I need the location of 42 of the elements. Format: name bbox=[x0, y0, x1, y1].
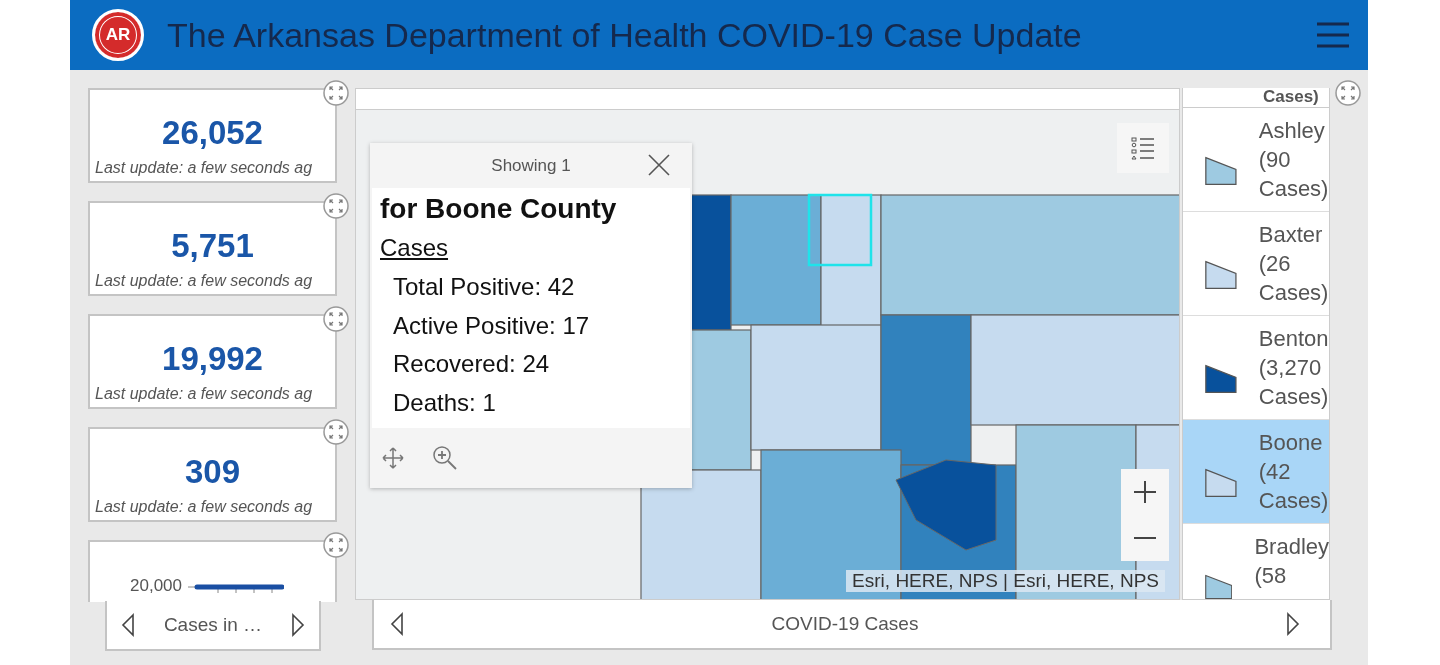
page-title: The Arkansas Department of Health COVID-19 Case Update bbox=[167, 15, 1083, 55]
expand-icon[interactable] bbox=[323, 306, 349, 332]
previous-icon[interactable] bbox=[390, 612, 404, 636]
expand-icon[interactable] bbox=[1335, 80, 1361, 106]
legend-item[interactable]: Ashley (90 Cases) bbox=[1183, 108, 1329, 212]
update-note: Last update: a few seconds ag bbox=[95, 498, 313, 516]
legend-label: Cases) bbox=[1183, 88, 1329, 108]
list-icon bbox=[1131, 136, 1155, 160]
menu-icon[interactable] bbox=[1316, 21, 1350, 49]
popup-field: Deaths: 1 bbox=[393, 383, 682, 422]
zoom-in-icon[interactable] bbox=[432, 445, 458, 471]
popup-field: Total Positive: 42 bbox=[393, 268, 682, 307]
popup-title: for Boone County bbox=[380, 192, 618, 226]
expand-icon[interactable] bbox=[323, 80, 349, 106]
close-icon[interactable] bbox=[648, 154, 670, 176]
legend-item[interactable]: Baxter (26 Cases) bbox=[1183, 212, 1329, 316]
previous-icon[interactable] bbox=[121, 613, 135, 637]
footer-label: COVID-19 Cases bbox=[771, 613, 919, 635]
section-heading: Cases bbox=[380, 233, 449, 263]
indicator-value: 5,751 bbox=[171, 226, 254, 266]
expand-icon[interactable] bbox=[323, 193, 349, 219]
legend-item[interactable]: Boone (42 Cases) bbox=[1183, 420, 1329, 524]
chart-nav-label: Cases in … bbox=[163, 614, 263, 636]
expand-icon[interactable] bbox=[323, 532, 349, 558]
popup-field: Recovered: 24 bbox=[393, 345, 682, 384]
update-note: Last update: a few seconds ag bbox=[95, 159, 313, 177]
update-note: Last update: a few seconds ag bbox=[95, 272, 313, 290]
indicator-value: 19,992 bbox=[162, 339, 263, 379]
legend-button[interactable] bbox=[1117, 123, 1169, 173]
popup-field: Active Positive: 17 bbox=[393, 306, 682, 345]
next-icon[interactable] bbox=[291, 613, 305, 637]
zoom-in-icon[interactable] bbox=[1133, 480, 1157, 504]
update-note: Last update: a few seconds ag bbox=[95, 385, 313, 403]
axis-label: 20,000 bbox=[130, 576, 182, 596]
next-icon[interactable] bbox=[1286, 612, 1300, 636]
move-icon[interactable] bbox=[382, 447, 404, 469]
logo: AR bbox=[92, 9, 144, 61]
indicator-value: 309 bbox=[184, 452, 241, 492]
indicator-value: 26,052 bbox=[162, 113, 263, 153]
map-attribution: Esri, HERE, NPS | Esri, HERE, NPS bbox=[846, 570, 1165, 592]
popup-header: Showing 1 bbox=[491, 155, 571, 176]
expand-icon[interactable] bbox=[323, 419, 349, 445]
